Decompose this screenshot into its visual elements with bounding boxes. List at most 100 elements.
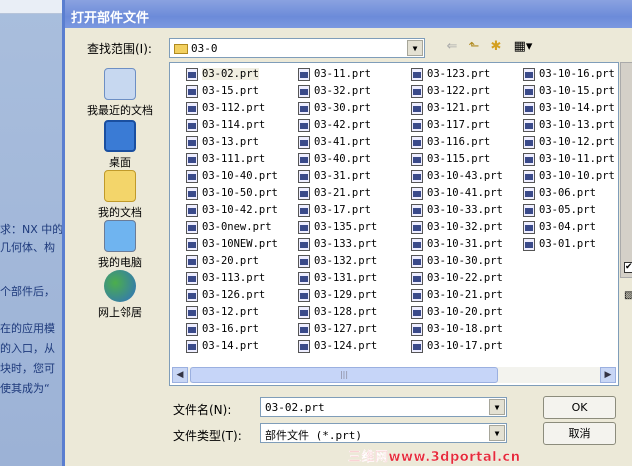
place-network[interactable]: 网上邻居: [75, 270, 165, 320]
file-item[interactable]: 03-127.prt: [298, 321, 377, 337]
file-item[interactable]: 03-10-31.prt: [411, 236, 503, 252]
scroll-right-icon[interactable]: ▶: [600, 367, 616, 383]
file-item[interactable]: 03-06.prt: [523, 185, 596, 201]
file-item[interactable]: 03-12.prt: [186, 304, 259, 320]
file-item[interactable]: 03-135.prt: [298, 219, 377, 235]
file-item[interactable]: 03-0new.prt: [186, 219, 272, 235]
file-item[interactable]: 03-10-22.prt: [411, 270, 503, 286]
file-item[interactable]: 03-115.prt: [411, 151, 490, 167]
file-item[interactable]: 03-132.prt: [298, 253, 377, 269]
filetype-select[interactable]: 部件文件 (*.prt) ▼: [260, 423, 507, 443]
file-item[interactable]: 03-133.prt: [298, 236, 377, 252]
background-text: 的入口，从: [0, 342, 55, 355]
file-item[interactable]: 03-30.prt: [298, 100, 371, 116]
file-item[interactable]: 03-111.prt: [186, 151, 265, 167]
chevron-down-icon[interactable]: ▼: [489, 425, 505, 441]
file-item[interactable]: 03-02.prt: [186, 66, 259, 82]
new-folder-icon[interactable]: ✱: [487, 39, 505, 55]
file-item[interactable]: 03-41.prt: [298, 134, 371, 150]
look-in-select[interactable]: 03-0 ▼: [169, 38, 425, 58]
file-item[interactable]: 03-31.prt: [298, 168, 371, 184]
file-item[interactable]: 03-112.prt: [186, 100, 265, 116]
file-item[interactable]: 03-10-33.prt: [411, 202, 503, 218]
file-item[interactable]: 03-15.prt: [186, 83, 259, 99]
file-item[interactable]: 03-10-14.prt: [523, 100, 615, 116]
back-arrow-icon[interactable]: ⇐: [443, 39, 461, 55]
file-item[interactable]: 03-10-42.prt: [186, 202, 278, 218]
part-file-icon: [523, 135, 535, 149]
file-name: 03-10-14.prt: [539, 102, 615, 114]
ok-button[interactable]: OK: [543, 396, 616, 419]
file-name: 03-17.prt: [314, 204, 371, 216]
file-item[interactable]: 03-117.prt: [411, 117, 490, 133]
file-item[interactable]: 03-10-11.prt: [523, 151, 615, 167]
file-item[interactable]: 03-10-32.prt: [411, 219, 503, 235]
file-item[interactable]: 03-10-41.prt: [411, 185, 503, 201]
file-item[interactable]: 03-10-43.prt: [411, 168, 503, 184]
place-my-documents[interactable]: 我的文档: [75, 170, 165, 220]
file-item[interactable]: 03-131.prt: [298, 270, 377, 286]
preview-checkbox[interactable]: ✔: [624, 262, 632, 273]
file-item[interactable]: 03-10-50.prt: [186, 185, 278, 201]
file-name: 03-129.prt: [314, 289, 378, 301]
file-item[interactable]: 03-122.prt: [411, 83, 490, 99]
file-item[interactable]: 03-10-18.prt: [411, 321, 503, 337]
file-item[interactable]: 03-113.prt: [186, 270, 265, 286]
file-list[interactable]: ◀ ||| ▶ 03-02.prt 03-15.prt 03-112.prt 03-1…: [169, 62, 619, 386]
file-item[interactable]: 03-10-16.prt: [523, 66, 615, 82]
file-item[interactable]: 03-116.prt: [411, 134, 490, 150]
file-item[interactable]: 03-10-13.prt: [523, 117, 615, 133]
chevron-down-icon[interactable]: ▼: [407, 40, 423, 56]
file-item[interactable]: 03-128.prt: [298, 304, 377, 320]
file-item[interactable]: 03-10-15.prt: [523, 83, 615, 99]
file-item[interactable]: 03-21.prt: [298, 185, 371, 201]
part-file-icon: [411, 67, 423, 81]
file-item[interactable]: 03-01.prt: [523, 236, 596, 252]
file-item[interactable]: 03-123.prt: [411, 66, 490, 82]
dialog-title[interactable]: 打开部件文件: [65, 0, 632, 28]
place-recent[interactable]: 我最近的文档: [75, 68, 165, 118]
part-file-icon: [523, 186, 535, 200]
scrollbar-thumb[interactable]: |||: [190, 367, 498, 383]
filename-input[interactable]: 03-02.prt ▼: [260, 397, 507, 417]
file-item[interactable]: 03-10-17.prt: [411, 338, 503, 354]
file-item[interactable]: 03-121.prt: [411, 100, 490, 116]
file-item[interactable]: 03-04.prt: [523, 219, 596, 235]
file-item[interactable]: 03-129.prt: [298, 287, 377, 303]
file-item[interactable]: 03-114.prt: [186, 117, 265, 133]
file-item[interactable]: 03-10-10.prt: [523, 168, 615, 184]
file-item[interactable]: 03-10-40.prt: [186, 168, 278, 184]
chevron-down-icon[interactable]: ▼: [489, 399, 505, 415]
part-file-icon: [298, 118, 310, 132]
file-item[interactable]: 03-05.prt: [523, 202, 596, 218]
place-desktop[interactable]: 桌面: [75, 120, 165, 170]
filetype-value: 部件文件 (*.prt): [265, 429, 362, 442]
file-name: 03-10-11.prt: [539, 153, 615, 165]
file-item[interactable]: 03-10-20.prt: [411, 304, 503, 320]
file-item[interactable]: 03-16.prt: [186, 321, 259, 337]
up-folder-icon[interactable]: ⬑: [465, 39, 483, 55]
cancel-button[interactable]: 取消: [543, 422, 616, 445]
file-item[interactable]: 03-10-30.prt: [411, 253, 503, 269]
part-file-icon: [411, 322, 423, 336]
file-item[interactable]: 03-20.prt: [186, 253, 259, 269]
place-my-computer[interactable]: 我的电脑: [75, 220, 165, 270]
file-item[interactable]: 03-10NEW.prt: [186, 236, 278, 252]
file-item[interactable]: 03-126.prt: [186, 287, 265, 303]
scroll-left-icon[interactable]: ◀: [172, 367, 188, 383]
file-item[interactable]: 03-32.prt: [298, 83, 371, 99]
file-item[interactable]: 03-42.prt: [298, 117, 371, 133]
horizontal-scrollbar[interactable]: ◀ ||| ▶: [172, 367, 616, 383]
file-item[interactable]: 03-11.prt: [298, 66, 371, 82]
file-item[interactable]: 03-10-21.prt: [411, 287, 503, 303]
file-item[interactable]: 03-13.prt: [186, 134, 259, 150]
file-name: 03-10-21.prt: [427, 289, 503, 301]
file-item[interactable]: 03-10-12.prt: [523, 134, 615, 150]
file-item[interactable]: 03-40.prt: [298, 151, 371, 167]
file-item[interactable]: 03-14.prt: [186, 338, 259, 354]
file-item[interactable]: 03-17.prt: [298, 202, 371, 218]
file-item[interactable]: 03-124.prt: [298, 338, 377, 354]
part-file-icon: [411, 118, 423, 132]
view-menu-icon[interactable]: ▦▾: [511, 39, 535, 55]
part-file-icon: [298, 237, 310, 251]
